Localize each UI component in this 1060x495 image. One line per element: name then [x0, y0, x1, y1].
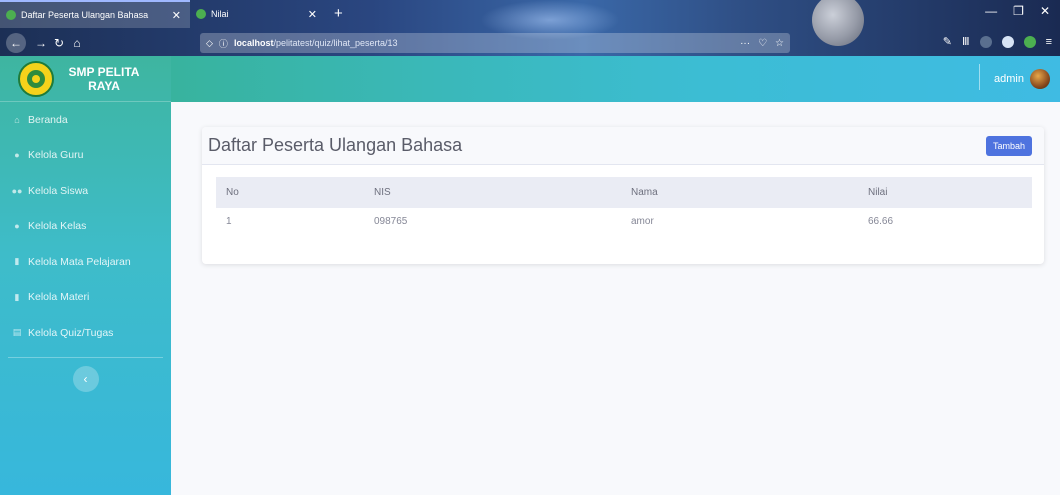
- restore-icon[interactable]: ❐: [1013, 4, 1024, 18]
- extension-icon[interactable]: [1023, 35, 1036, 48]
- browser-tab-active[interactable]: Daftar Peserta Ulangan Bahasa ✕: [0, 0, 190, 28]
- shield-icon: ◇: [206, 37, 213, 48]
- table-header-row: No NIS Nama Nilai: [216, 177, 1032, 208]
- browser-toolbar: ✎ Ⅲ ≡: [943, 35, 1052, 48]
- cell-nilai: 66.66: [868, 215, 894, 227]
- library-icon[interactable]: Ⅲ: [962, 35, 970, 48]
- tab-title: Nilai: [211, 9, 229, 19]
- brand-name: SMP PELITA RAYA: [54, 65, 154, 93]
- school-logo-icon: [18, 60, 54, 97]
- user-dropdown[interactable]: admin: [979, 64, 1050, 90]
- avatar[interactable]: [1030, 69, 1050, 89]
- sidebar-toggle-button[interactable]: ‹: [72, 365, 99, 392]
- forward-arrow-icon[interactable]: →: [32, 36, 50, 50]
- cell-nama: amor: [631, 215, 654, 227]
- sidebar-item-beranda[interactable]: ⌂ Beranda: [0, 102, 171, 138]
- sidebar-toggle-icon[interactable]: [979, 35, 992, 48]
- home-icon[interactable]: ⌂: [68, 36, 86, 50]
- column-header-nilai[interactable]: Nilai: [858, 177, 1032, 208]
- browser-chrome: Daftar Peserta Ulangan Bahasa ✕ Nilai ✕ …: [0, 0, 1060, 56]
- page-title: Daftar Peserta Ulangan Bahasa: [208, 135, 463, 155]
- participants-table: No NIS Nama Nilai 1 098765 amor 66.66: [216, 177, 1032, 234]
- favicon-icon: [196, 9, 206, 19]
- table-row: 1 098765 amor 66.66: [216, 208, 1032, 234]
- sidebar-item-label: Kelola Guru: [28, 149, 84, 162]
- sidebar-item-kelola-materi[interactable]: ▮ Kelola Materi: [0, 280, 171, 316]
- add-button[interactable]: Tambah: [985, 135, 1032, 156]
- close-tab-icon[interactable]: ✕: [305, 8, 320, 21]
- reload-icon[interactable]: ↻: [50, 36, 68, 50]
- close-window-icon[interactable]: ✕: [1040, 4, 1050, 18]
- cell-nis: 098765: [374, 215, 408, 227]
- column-header-nis[interactable]: NIS: [364, 177, 621, 208]
- favicon-icon: [6, 10, 16, 20]
- tools-icon[interactable]: ✎: [943, 35, 952, 48]
- sidebar-item-kelola-mata-pelajaran[interactable]: ▮ Kelola Mata Pelajaran: [0, 244, 171, 280]
- cell-no: 1: [226, 215, 232, 227]
- sidebar-item-label: Kelola Siswa: [28, 184, 89, 197]
- sidebar-item-kelola-guru[interactable]: ● Kelola Guru: [0, 138, 171, 174]
- pocket-icon[interactable]: ♡: [758, 38, 767, 49]
- sidebar-item-kelola-siswa[interactable]: ●● Kelola Siswa: [0, 173, 171, 209]
- url-path: /pelitatest/quiz/lihat_peserta/13: [273, 38, 398, 48]
- new-tab-button[interactable]: +: [326, 0, 351, 28]
- topbar: admin: [171, 56, 1060, 102]
- navigation-bar: ← → ↻ ⌂ ◇ ⓘ localhost /pelitatest/quiz/l…: [0, 30, 1060, 56]
- home-icon: ⌂: [14, 114, 20, 125]
- column-header-no[interactable]: No: [216, 177, 364, 208]
- window-controls: — ❐ ✕: [985, 4, 1050, 18]
- card-header: Daftar Peserta Ulangan Bahasa Tambah: [202, 127, 1044, 165]
- chevron-left-icon: ‹: [83, 371, 88, 386]
- list-icon: ▤: [12, 327, 22, 338]
- menu-hamburger-icon[interactable]: ≡: [1046, 36, 1052, 48]
- book-icon: ▮: [14, 291, 20, 302]
- sidebar: SMP PELITA RAYA ⌂ Beranda ● Kelola Guru …: [0, 56, 171, 495]
- column-header-nama[interactable]: Nama: [621, 177, 858, 208]
- minimize-icon[interactable]: —: [985, 4, 997, 18]
- users-icon: ●●: [11, 185, 23, 196]
- sidebar-item-label: Kelola Quiz/Tugas: [28, 326, 114, 339]
- sidebar-item-label: Beranda: [28, 113, 68, 126]
- bookmark-star-icon[interactable]: ☆: [775, 38, 784, 49]
- user-icon: ●: [14, 150, 20, 161]
- address-bar[interactable]: ◇ ⓘ localhost /pelitatest/quiz/lihat_pes…: [200, 33, 790, 53]
- page-actions-icon[interactable]: ···: [740, 38, 750, 49]
- account-icon[interactable]: [1001, 35, 1014, 48]
- brand-line-1: SMP PELITA: [68, 64, 140, 79]
- topbar-divider: [979, 64, 981, 90]
- brand-line-2: RAYA: [88, 78, 120, 93]
- info-icon[interactable]: ⓘ: [219, 37, 228, 50]
- sidebar-item-label: Kelola Kelas: [28, 220, 87, 233]
- user-name: admin: [994, 73, 1024, 85]
- back-arrow-icon[interactable]: ←: [6, 33, 26, 53]
- browser-tab-inactive[interactable]: Nilai ✕: [190, 0, 326, 28]
- tab-title: Daftar Peserta Ulangan Bahasa: [21, 10, 149, 20]
- book-icon: ▮: [14, 256, 20, 267]
- sidebar-item-label: Kelola Mata Pelajaran: [28, 255, 131, 268]
- urlbar-actions: ··· ♡ ☆: [740, 38, 784, 49]
- close-tab-icon[interactable]: ✕: [169, 9, 184, 22]
- sidebar-brand[interactable]: SMP PELITA RAYA: [0, 56, 171, 102]
- user-icon: ●: [14, 221, 20, 232]
- url-host: localhost: [233, 38, 274, 48]
- sidebar-item-kelola-kelas[interactable]: ● Kelola Kelas: [0, 209, 171, 245]
- participants-card: Daftar Peserta Ulangan Bahasa Tambah No …: [202, 127, 1044, 264]
- sidebar-item-kelola-quiz-tugas[interactable]: ▤ Kelola Quiz/Tugas: [0, 315, 171, 351]
- tab-bar: Daftar Peserta Ulangan Bahasa ✕ Nilai ✕ …: [0, 0, 1060, 28]
- sidebar-item-label: Kelola Materi: [28, 291, 90, 304]
- sidebar-divider: [8, 356, 163, 358]
